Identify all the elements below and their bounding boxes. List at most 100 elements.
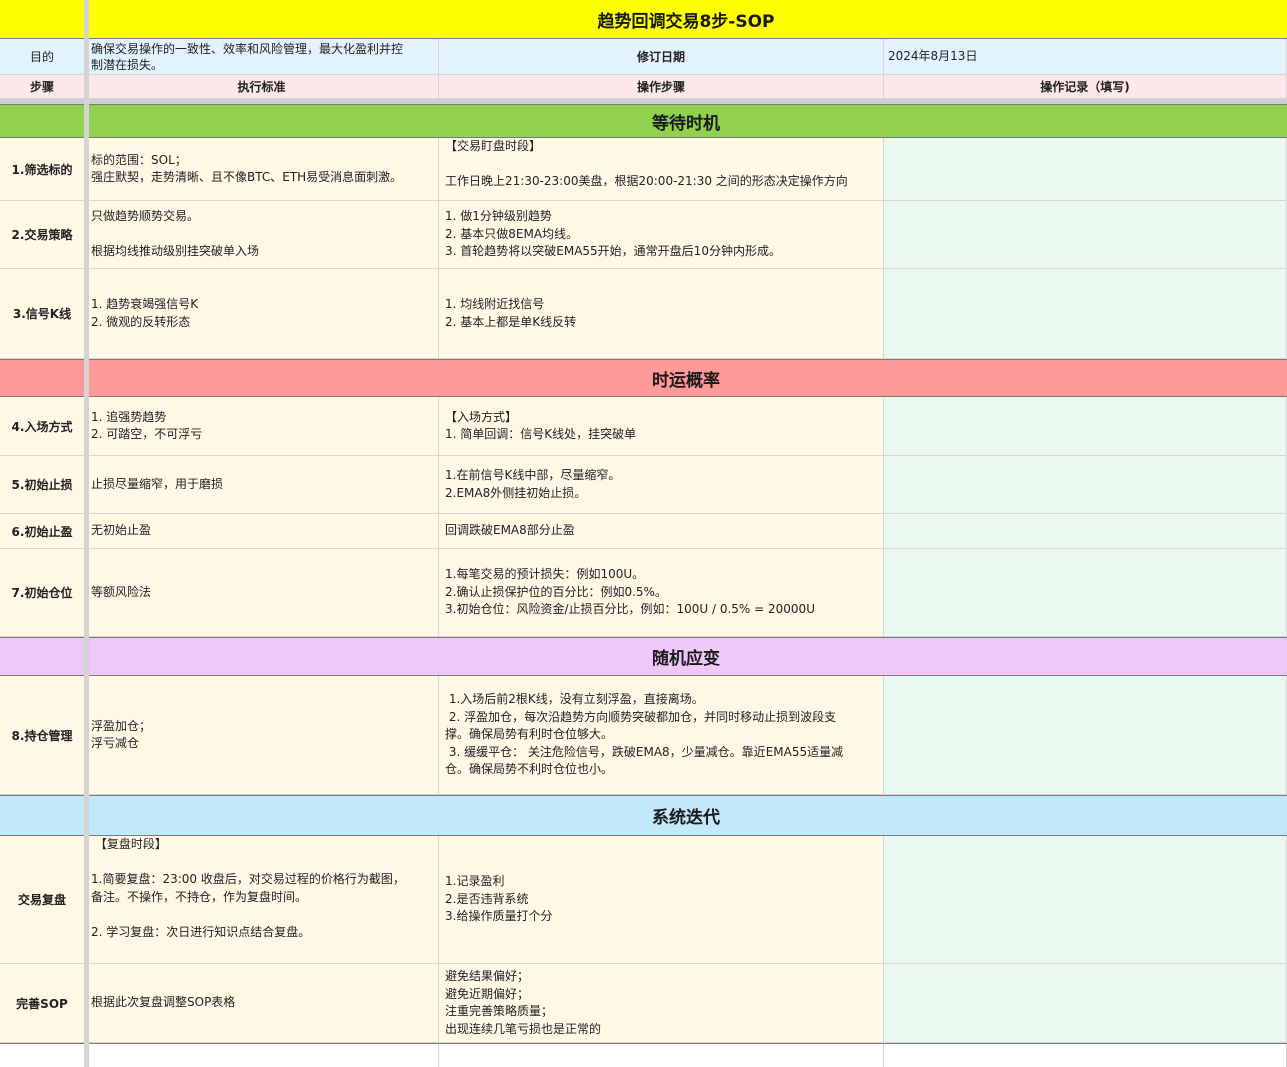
section-header-left-cell[interactable] — [0, 796, 85, 835]
standard-cell[interactable]: 1. 追强势趋势 2. 可踏空，不可浮亏 — [85, 397, 439, 456]
operation-text: 回调跌破EMA8部分止盈 — [445, 523, 575, 538]
table-row: 5.初始止损 止损尽量缩窄，用于磨损 1.在前信号K线中部，尽量缩窄。 2.EM… — [0, 456, 1287, 514]
operation-text: 1.入场后前2根K线，没有立刻浮盈，直接离场。 2. 浮盈加仓，每次沿趋势方向顺… — [445, 692, 844, 777]
header-operation: 操作步骤 — [636, 80, 685, 94]
sheet-title: 趋势回调交易8步-SOP — [597, 11, 775, 32]
step-cell[interactable]: 2.交易策略 — [0, 201, 85, 269]
record-text — [884, 965, 896, 979]
record-text — [884, 677, 896, 691]
operation-cell[interactable]: 【交易盯盘时段】 工作日晚上21:30-23:00美盘，根据20:00-21:3… — [439, 138, 884, 201]
step-label: 4.入场方式 — [11, 419, 73, 434]
operation-text: 【交易盯盘时段】 工作日晚上21:30-23:00美盘，根据20:00-21:3… — [445, 139, 848, 188]
operation-text: 1.记录盈利 2.是否违背系统 3.给操作质量打个分 — [445, 874, 553, 924]
record-cell[interactable] — [884, 201, 1287, 269]
section-header: 随机应变 — [0, 637, 1287, 676]
standard-cell[interactable]: 只做趋势顺势交易。 根据均线推动级别挂突破单入场 — [85, 201, 439, 269]
spreadsheet: 趋势回调交易8步-SOP 目的 确保交易操作的一致性、效率和风险管理，最大化盈利… — [0, 0, 1287, 1067]
revision-label-cell[interactable]: 修订日期 — [439, 39, 884, 75]
standard-cell[interactable]: 无初始止盈 — [85, 514, 439, 549]
table-row: 1.筛选标的 标的范围：SOL； 强庄默契，走势清晰、且不像BTC、ETH易受消… — [0, 138, 1287, 201]
record-cell[interactable] — [884, 138, 1287, 201]
operation-cell[interactable]: 1. 做1分钟级别趋势 2. 基本只做8EMA均线。 3. 首轮趋势将以突破EM… — [439, 201, 884, 269]
purpose-row: 目的 确保交易操作的一致性、效率和风险管理，最大化盈利并控 制潜在损失。 修订日… — [0, 39, 1287, 75]
record-cell[interactable] — [884, 514, 1287, 549]
record-cell[interactable] — [884, 964, 1287, 1043]
standard-text: 1. 趋势衰竭强信号K 2. 微观的反转形态 — [91, 297, 199, 329]
step-cell[interactable]: 7.初始仓位 — [0, 549, 85, 637]
standard-text: 只做趋势顺势交易。 根据均线推动级别挂突破单入场 — [91, 209, 260, 259]
section-header: 等待时机 — [0, 104, 1287, 138]
empty-cell[interactable] — [439, 1044, 884, 1067]
record-cell[interactable] — [884, 836, 1287, 964]
standard-cell[interactable]: 根据此次复盘调整SOP表格 — [85, 964, 439, 1043]
record-cell[interactable] — [884, 676, 1287, 795]
section-header-left-cell[interactable] — [0, 638, 85, 675]
title-row-header-cell[interactable] — [0, 0, 85, 38]
step-cell[interactable]: 4.入场方式 — [0, 397, 85, 456]
step-cell[interactable]: 1.筛选标的 — [0, 138, 85, 201]
operation-text: 1. 做1分钟级别趋势 2. 基本只做8EMA均线。 3. 首轮趋势将以突破EM… — [445, 209, 781, 259]
header-standard-cell[interactable]: 执行标准 — [85, 75, 439, 99]
record-text — [884, 398, 896, 412]
standard-text: 标的范围：SOL； 强庄默契，走势清晰、且不像BTC、ETH易受消息面刺激。 — [91, 152, 403, 185]
empty-cell[interactable] — [85, 1044, 439, 1067]
sheet-title-cell[interactable]: 趋势回调交易8步-SOP — [85, 0, 1287, 38]
section-header-left-cell[interactable] — [0, 105, 85, 137]
table-row: 7.初始仓位 等额风险法 1.每笔交易的预计损失：例如100U。 2.确认止损保… — [0, 549, 1287, 637]
table-row: 2.交易策略 只做趋势顺势交易。 根据均线推动级别挂突破单入场 1. 做1分钟级… — [0, 201, 1287, 269]
table-row: 8.持仓管理 浮盈加仓； 浮亏减仓 1.入场后前2根K线，没有立刻浮盈，直接离场… — [0, 676, 1287, 795]
purpose-label-cell[interactable]: 目的 — [0, 39, 85, 75]
record-cell[interactable] — [884, 549, 1287, 637]
operation-cell[interactable]: 1.记录盈利 2.是否违背系统 3.给操作质量打个分 — [439, 836, 884, 964]
standard-text: 浮盈加仓； 浮亏减仓 — [91, 718, 152, 751]
section-title-cell[interactable]: 等待时机 — [85, 105, 1287, 137]
record-cell[interactable] — [884, 456, 1287, 514]
operation-cell[interactable]: 1.入场后前2根K线，没有立刻浮盈，直接离场。 2. 浮盈加仓，每次沿趋势方向顺… — [439, 676, 884, 795]
empty-cell[interactable] — [884, 1044, 1287, 1067]
revision-date-cell[interactable]: 2024年8月13日 — [884, 39, 1287, 75]
operation-cell[interactable]: 1. 均线附近找信号 2. 基本上都是单K线反转 — [439, 269, 884, 359]
standard-cell[interactable]: 浮盈加仓； 浮亏减仓 — [85, 676, 439, 795]
step-cell[interactable]: 交易复盘 — [0, 836, 85, 964]
step-cell[interactable]: 8.持仓管理 — [0, 676, 85, 795]
section-title: 时运概率 — [652, 370, 720, 391]
step-label: 8.持仓管理 — [11, 728, 73, 743]
operation-cell[interactable]: 避免结果偏好； 避免近期偏好； 注重完善策略质量； 出现连续几笔亏损也是正常的 — [439, 964, 884, 1043]
header-operation-cell[interactable]: 操作步骤 — [439, 75, 884, 99]
step-cell[interactable]: 完善SOP — [0, 964, 85, 1043]
section-title-cell[interactable]: 系统迭代 — [85, 796, 1287, 835]
section-title-cell[interactable]: 随机应变 — [85, 638, 1287, 675]
empty-cell[interactable] — [0, 1044, 85, 1067]
step-label: 完善SOP — [16, 996, 68, 1011]
operation-text: 【入场方式】 1. 简单回调：信号K线处，挂突破单 — [445, 409, 637, 442]
operation-cell[interactable]: 1.每笔交易的预计损失：例如100U。 2.确认止损保护位的百分比：例如0.5%… — [439, 549, 884, 637]
step-cell[interactable]: 5.初始止损 — [0, 456, 85, 514]
operation-text: 1. 均线附近找信号 2. 基本上都是单K线反转 — [445, 297, 577, 329]
step-cell[interactable]: 6.初始止盈 — [0, 514, 85, 549]
standard-cell[interactable]: 1. 趋势衰竭强信号K 2. 微观的反转形态 — [85, 269, 439, 359]
operation-cell[interactable]: 1.在前信号K线中部，尽量缩窄。 2.EMA8外侧挂初始止损。 — [439, 456, 884, 514]
table-row: 完善SOP 根据此次复盘调整SOP表格 避免结果偏好； 避免近期偏好； 注重完善… — [0, 964, 1287, 1043]
section-header-left-cell[interactable] — [0, 360, 85, 396]
header-standard: 执行标准 — [237, 80, 286, 94]
column-header-row: 步骤 执行标准 操作步骤 操作记录（填写) — [0, 75, 1287, 99]
record-text — [884, 515, 896, 529]
operation-cell[interactable]: 【入场方式】 1. 简单回调：信号K线处，挂突破单 — [439, 397, 884, 456]
standard-cell[interactable]: 【复盘时段】 1.简要复盘：23:00 收盘后，对交易过程的价格行为截图， 备注… — [85, 836, 439, 964]
standard-cell[interactable]: 止损尽量缩窄，用于磨损 — [85, 456, 439, 514]
record-cell[interactable] — [884, 397, 1287, 456]
standard-cell[interactable]: 标的范围：SOL； 强庄默契，走势清晰、且不像BTC、ETH易受消息面刺激。 — [85, 138, 439, 201]
purpose-text-cell[interactable]: 确保交易操作的一致性、效率和风险管理，最大化盈利并控 制潜在损失。 — [85, 39, 439, 75]
record-cell[interactable] — [884, 269, 1287, 359]
section-title-cell[interactable]: 时运概率 — [85, 360, 1287, 396]
section-header: 时运概率 — [0, 359, 1287, 397]
frozen-column-divider[interactable] — [84, 0, 89, 1067]
operation-cell[interactable]: 回调跌破EMA8部分止盈 — [439, 514, 884, 549]
standard-cell[interactable]: 等额风险法 — [85, 549, 439, 637]
header-step-cell[interactable]: 步骤 — [0, 75, 85, 99]
step-cell[interactable]: 3.信号K线 — [0, 269, 85, 359]
header-record-cell[interactable]: 操作记录（填写) — [884, 75, 1287, 99]
table-row: 3.信号K线 1. 趋势衰竭强信号K 2. 微观的反转形态 1. 均线附近找信号… — [0, 269, 1287, 359]
operation-text: 1.每笔交易的预计损失：例如100U。 2.确认止损保护位的百分比：例如0.5%… — [445, 567, 815, 617]
step-label: 2.交易策略 — [11, 228, 73, 242]
